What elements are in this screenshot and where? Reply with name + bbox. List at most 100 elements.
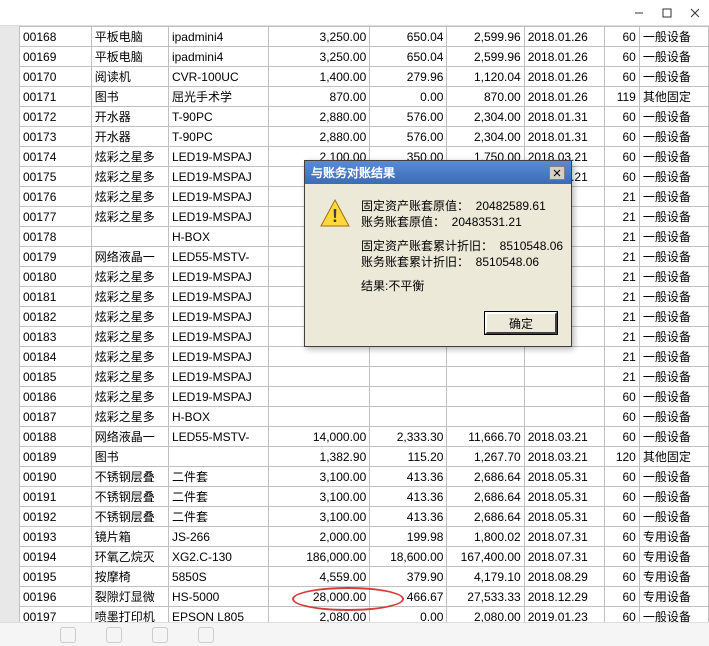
cell-dt: 2018.05.31 (524, 467, 605, 487)
close-button[interactable] (681, 0, 709, 26)
svg-text:!: ! (332, 206, 338, 226)
table-row[interactable]: 00172开水器T-90PC2,880.00576.002,304.002018… (20, 107, 709, 127)
cell-a2: 413.36 (370, 467, 447, 487)
table-row[interactable]: 00169平板电脑ipadmini43,250.00650.042,599.96… (20, 47, 709, 67)
table-row[interactable]: 00187炫彩之星多H-BOX60一般设备 (20, 407, 709, 427)
cell-dt (524, 387, 605, 407)
cell-nm (91, 227, 168, 247)
cell-id: 00191 (20, 487, 92, 507)
cell-a3 (447, 387, 524, 407)
table-row[interactable]: 00186炫彩之星多LED19-MSPAJ60一般设备 (20, 387, 709, 407)
table-row[interactable]: 00185炫彩之星多LED19-MSPAJ21一般设备 (20, 367, 709, 387)
cell-d: 60 (605, 587, 640, 607)
taskbar (0, 622, 709, 646)
table-row[interactable]: 00173开水器T-90PC2,880.00576.002,304.002018… (20, 127, 709, 147)
cell-id: 00172 (20, 107, 92, 127)
cell-d: 60 (605, 427, 640, 447)
table-row[interactable]: 00184炫彩之星多LED19-MSPAJ21一般设备 (20, 347, 709, 367)
table-row[interactable]: 00191不锈钢层叠二件套3,100.00413.362,686.642018.… (20, 487, 709, 507)
table-row[interactable]: 00168平板电脑ipadmini43,250.00650.042,599.96… (20, 27, 709, 47)
cell-nm: 镜片箱 (91, 527, 168, 547)
cell-cat: 一般设备 (639, 427, 708, 447)
cell-a3: 27,533.33 (447, 587, 524, 607)
cell-dt: 2018.01.31 (524, 127, 605, 147)
ok-button[interactable]: 确定 (485, 312, 557, 334)
cell-dt: 2018.05.31 (524, 487, 605, 507)
cell-md: LED19-MSPAJ (168, 367, 268, 387)
cell-a1 (268, 387, 369, 407)
cell-a2 (370, 387, 447, 407)
table-row[interactable]: 00190不锈钢层叠二件套3,100.00413.362,686.642018.… (20, 467, 709, 487)
cell-a1: 28,000.00 (268, 587, 369, 607)
cell-dt: 2018.07.31 (524, 547, 605, 567)
cell-d: 60 (605, 487, 640, 507)
cell-dt (524, 407, 605, 427)
taskbar-icon[interactable] (106, 627, 122, 643)
cell-a3: 2,686.64 (447, 487, 524, 507)
cell-a3: 1,800.02 (447, 527, 524, 547)
maximize-button[interactable] (653, 0, 681, 26)
taskbar-icon[interactable] (198, 627, 214, 643)
cell-d: 21 (605, 207, 640, 227)
taskbar-icon[interactable] (60, 627, 76, 643)
cell-d: 60 (605, 27, 640, 47)
cell-a2: 413.36 (370, 507, 447, 527)
cell-a2: 279.96 (370, 67, 447, 87)
cell-a2: 115.20 (370, 447, 447, 467)
cell-md: HS-5000 (168, 587, 268, 607)
cell-id: 00175 (20, 167, 92, 187)
cell-md: 二件套 (168, 507, 268, 527)
cell-cat: 专用设备 (639, 567, 708, 587)
table-row[interactable]: 00195按摩椅5850S4,559.00379.904,179.102018.… (20, 567, 709, 587)
cell-md: ipadmini4 (168, 47, 268, 67)
cell-d: 21 (605, 367, 640, 387)
cell-nm: 炫彩之星多 (91, 267, 168, 287)
cell-dt: 2018.01.31 (524, 107, 605, 127)
cell-a1: 2,880.00 (268, 127, 369, 147)
dialog-close-button[interactable] (549, 166, 565, 180)
table-row[interactable]: 00170阅读机CVR-100UC1,400.00279.961,120.042… (20, 67, 709, 87)
cell-id: 00183 (20, 327, 92, 347)
table-row[interactable]: 00192不锈钢层叠二件套3,100.00413.362,686.642018.… (20, 507, 709, 527)
cell-d: 60 (605, 607, 640, 623)
cell-md: H-BOX (168, 407, 268, 427)
cell-d: 21 (605, 307, 640, 327)
cell-md: LED19-MSPAJ (168, 187, 268, 207)
cell-nm: 开水器 (91, 127, 168, 147)
cell-a2: 466.67 (370, 587, 447, 607)
table-row[interactable]: 00194环氧乙烷灭XG2.C-130186,000.0018,600.0016… (20, 547, 709, 567)
cell-md: LED19-MSPAJ (168, 167, 268, 187)
table-row[interactable]: 00189图书1,382.90115.201,267.702018.03.211… (20, 447, 709, 467)
cell-d: 60 (605, 47, 640, 67)
table-row[interactable]: 00193镜片箱JS-2662,000.00199.981,800.022018… (20, 527, 709, 547)
cell-cat: 其他固定 (639, 87, 708, 107)
dialog-message: 固定资产账套原值： 20482589.61 账务账套原值： 20483531.2… (361, 198, 563, 294)
cell-d: 21 (605, 247, 640, 267)
table-row[interactable]: 00188网络液晶一LED55-MSTV-14,000.002,333.3011… (20, 427, 709, 447)
cell-md: LED55-MSTV- (168, 247, 268, 267)
cell-a3: 1,120.04 (447, 67, 524, 87)
cell-a3: 870.00 (447, 87, 524, 107)
cell-a1: 3,100.00 (268, 507, 369, 527)
cell-dt: 2018.03.21 (524, 447, 605, 467)
table-row[interactable]: 00197喷墨打印机EPSON L8052,080.000.002,080.00… (20, 607, 709, 623)
table-row[interactable]: 00196裂隙灯显微HS-500028,000.00466.6727,533.3… (20, 587, 709, 607)
cell-nm: 炫彩之星多 (91, 147, 168, 167)
cell-nm: 平板电脑 (91, 47, 168, 67)
cell-a1: 2,880.00 (268, 107, 369, 127)
cell-dt: 2018.05.31 (524, 507, 605, 527)
warning-icon: ! (319, 198, 351, 230)
cell-a1: 870.00 (268, 87, 369, 107)
taskbar-icon[interactable] (152, 627, 168, 643)
cell-nm: 按摩椅 (91, 567, 168, 587)
table-row[interactable]: 00171图书屈光手术学870.000.00870.002018.01.2611… (20, 87, 709, 107)
cell-id: 00189 (20, 447, 92, 467)
cell-dt: 2018.08.29 (524, 567, 605, 587)
cell-id: 00169 (20, 47, 92, 67)
minimize-button[interactable] (625, 0, 653, 26)
cell-id: 00182 (20, 307, 92, 327)
cell-id: 00188 (20, 427, 92, 447)
cell-a1: 3,250.00 (268, 27, 369, 47)
cell-id: 00173 (20, 127, 92, 147)
cell-a3: 4,179.10 (447, 567, 524, 587)
